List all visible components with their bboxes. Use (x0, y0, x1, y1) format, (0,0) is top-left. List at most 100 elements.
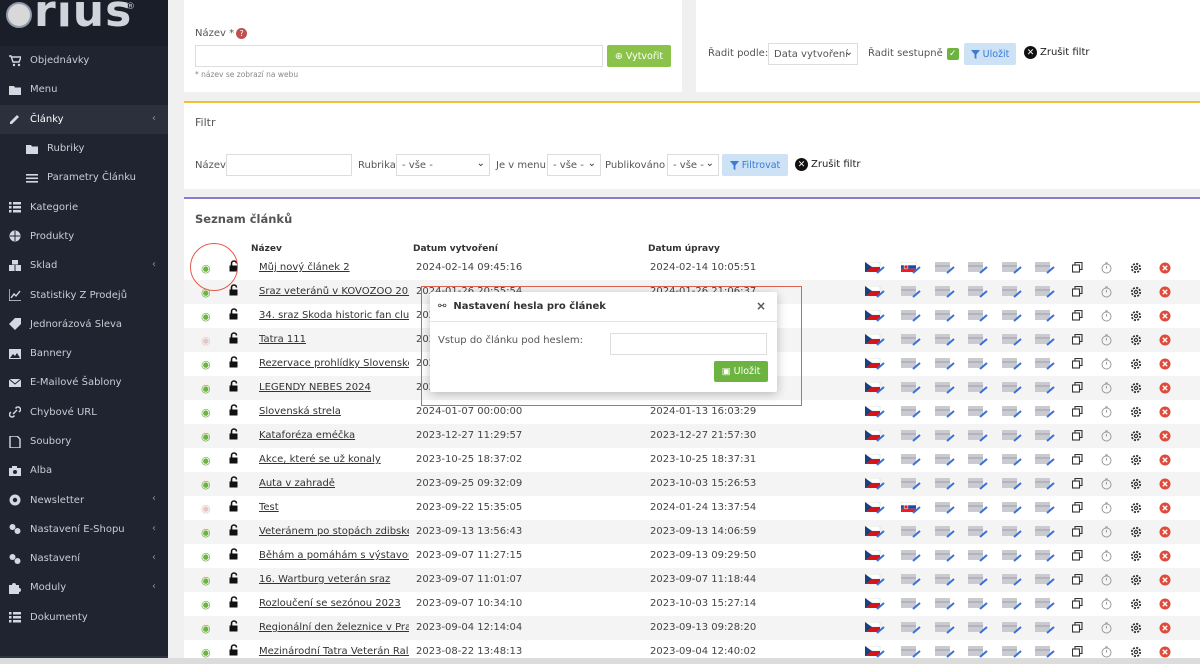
flag-lang2-edit-icon[interactable] (901, 430, 921, 442)
flag-cz-edit-icon[interactable] (865, 358, 885, 370)
article-title-link[interactable]: Auta v zahradě (259, 478, 409, 489)
flag-lang4-edit-icon[interactable] (968, 358, 988, 370)
flag-lang5-edit-icon[interactable] (1002, 454, 1022, 466)
flag-lang5-edit-icon[interactable] (1002, 430, 1022, 442)
flag-cz-edit-icon[interactable] (865, 454, 885, 466)
article-title-link[interactable]: Tatra 111 (259, 334, 409, 345)
table-row[interactable]: ◉ Kataforéza eméčka 2023-12-27 11:29:57 … (184, 424, 1200, 448)
flag-cz-edit-icon[interactable] (865, 598, 885, 610)
flag-lang2-edit-icon[interactable] (901, 286, 921, 298)
gear-icon[interactable] (1130, 526, 1142, 538)
flag-lang3-edit-icon[interactable] (935, 598, 955, 610)
flag-lang4-edit-icon[interactable] (968, 598, 988, 610)
table-row[interactable]: ◉ Akce, které se už konaly 2023-10-25 18… (184, 448, 1200, 472)
sidebar-item-19[interactable]: Dokumenty (0, 603, 168, 632)
password-lock-icon[interactable] (228, 380, 240, 395)
flag-lang5-edit-icon[interactable] (1002, 598, 1022, 610)
password-lock-icon[interactable] (228, 644, 240, 659)
flag-lang4-edit-icon[interactable] (968, 502, 988, 514)
visibility-eye-icon[interactable]: ◉ (201, 382, 211, 395)
flag-lang6-edit-icon[interactable] (1035, 310, 1055, 322)
flag-lang5-edit-icon[interactable] (1002, 646, 1022, 658)
visibility-eye-icon[interactable]: ◉ (201, 430, 211, 443)
password-lock-icon[interactable] (228, 308, 240, 323)
flag-lang5-edit-icon[interactable] (1002, 286, 1022, 298)
article-title-link[interactable]: Test (259, 502, 409, 513)
timer-icon[interactable] (1101, 454, 1112, 466)
sidebar-item-13[interactable]: Soubory (0, 427, 168, 456)
password-lock-icon[interactable] (228, 332, 240, 347)
flag-lang6-edit-icon[interactable] (1035, 574, 1055, 586)
sidebar-item-3[interactable]: Rubriky (0, 134, 168, 163)
copy-icon[interactable] (1072, 382, 1083, 393)
copy-icon[interactable] (1072, 262, 1083, 273)
delete-icon[interactable] (1159, 334, 1171, 346)
gear-icon[interactable] (1130, 406, 1142, 418)
flag-cz-edit-icon[interactable] (865, 622, 885, 634)
flag-lang5-edit-icon[interactable] (1002, 574, 1022, 586)
table-row[interactable]: ◉ Test 2023-09-22 15:35:05 2024-01-24 13… (184, 496, 1200, 520)
copy-icon[interactable] (1072, 622, 1083, 633)
gear-icon[interactable] (1130, 622, 1142, 634)
flag-lang2-edit-icon[interactable] (901, 598, 921, 610)
delete-icon[interactable] (1159, 526, 1171, 538)
password-lock-icon[interactable] (228, 500, 240, 515)
col-name[interactable]: Název (251, 244, 282, 254)
flag-cz-edit-icon[interactable] (865, 646, 885, 658)
sidebar-item-18[interactable]: Moduly ‹ (0, 573, 168, 602)
password-lock-icon[interactable] (228, 284, 240, 299)
col-modified[interactable]: Datum úpravy (648, 244, 720, 254)
flag-lang5-edit-icon[interactable] (1002, 502, 1022, 514)
timer-icon[interactable] (1101, 526, 1112, 538)
flag-cz-edit-icon[interactable] (865, 334, 885, 346)
flag-cz-edit-icon[interactable] (865, 550, 885, 562)
flag-cz-edit-icon[interactable] (865, 286, 885, 298)
delete-icon[interactable] (1159, 430, 1171, 442)
flag-lang2-edit-icon[interactable] (901, 550, 921, 562)
flag-lang5-edit-icon[interactable] (1002, 622, 1022, 634)
copy-icon[interactable] (1072, 310, 1083, 321)
article-title-link[interactable]: Akce, které se už konaly (259, 454, 409, 465)
sidebar-item-10[interactable]: Bannery (0, 339, 168, 368)
flag-lang6-edit-icon[interactable] (1035, 262, 1055, 274)
flag-lang6-edit-icon[interactable] (1035, 502, 1055, 514)
visibility-eye-icon[interactable]: ◉ (201, 526, 211, 539)
gear-icon[interactable] (1130, 454, 1142, 466)
password-lock-icon[interactable] (228, 356, 240, 371)
visibility-eye-icon[interactable]: ◉ (201, 454, 211, 467)
visibility-eye-icon[interactable]: ◉ (201, 574, 211, 587)
gear-icon[interactable] (1130, 574, 1142, 586)
visibility-eye-icon[interactable]: ◉ (201, 358, 211, 371)
flag-lang6-edit-icon[interactable] (1035, 622, 1055, 634)
flag-lang6-edit-icon[interactable] (1035, 526, 1055, 538)
flag-lang3-edit-icon[interactable] (935, 502, 955, 514)
article-name-input[interactable] (195, 45, 603, 67)
flag-lang4-edit-icon[interactable] (968, 622, 988, 634)
timer-icon[interactable] (1101, 358, 1112, 370)
table-row[interactable]: ◉ 16. Wartburg veterán sraz 2023-09-07 1… (184, 568, 1200, 592)
delete-icon[interactable] (1159, 286, 1171, 298)
sidebar-item-16[interactable]: Nastavení E-Shopu ‹ (0, 515, 168, 544)
password-lock-icon[interactable] (228, 524, 240, 539)
sidebar-item-1[interactable]: Menu (0, 75, 168, 104)
flag-lang6-edit-icon[interactable] (1035, 646, 1055, 658)
copy-icon[interactable] (1072, 526, 1083, 537)
filter-rubric-select[interactable]: - vše - ⌄ (396, 154, 490, 176)
gear-icon[interactable] (1130, 646, 1142, 658)
flag-lang6-edit-icon[interactable] (1035, 430, 1055, 442)
filter-menu-select[interactable]: - vše - ⌄ (547, 154, 601, 176)
filter-clear-button[interactable]: ✕ Zrušit filtr (795, 158, 861, 171)
flag-lang3-edit-icon[interactable] (935, 454, 955, 466)
flag-lang3-edit-icon[interactable] (935, 478, 955, 490)
gear-icon[interactable] (1130, 358, 1142, 370)
flag-cz-edit-icon[interactable] (865, 310, 885, 322)
flag-lang2-edit-icon[interactable] (901, 358, 921, 370)
article-title-link[interactable]: Běhám a pomáhám s výstavou veteránů (259, 550, 409, 561)
sidebar-item-7[interactable]: Sklad ‹ (0, 251, 168, 280)
delete-icon[interactable] (1159, 598, 1171, 610)
sidebar-item-14[interactable]: Alba (0, 456, 168, 485)
flag-lang6-edit-icon[interactable] (1035, 382, 1055, 394)
flag-lang3-edit-icon[interactable] (935, 406, 955, 418)
flag-lang4-edit-icon[interactable] (968, 406, 988, 418)
flag-lang5-edit-icon[interactable] (1002, 262, 1022, 274)
